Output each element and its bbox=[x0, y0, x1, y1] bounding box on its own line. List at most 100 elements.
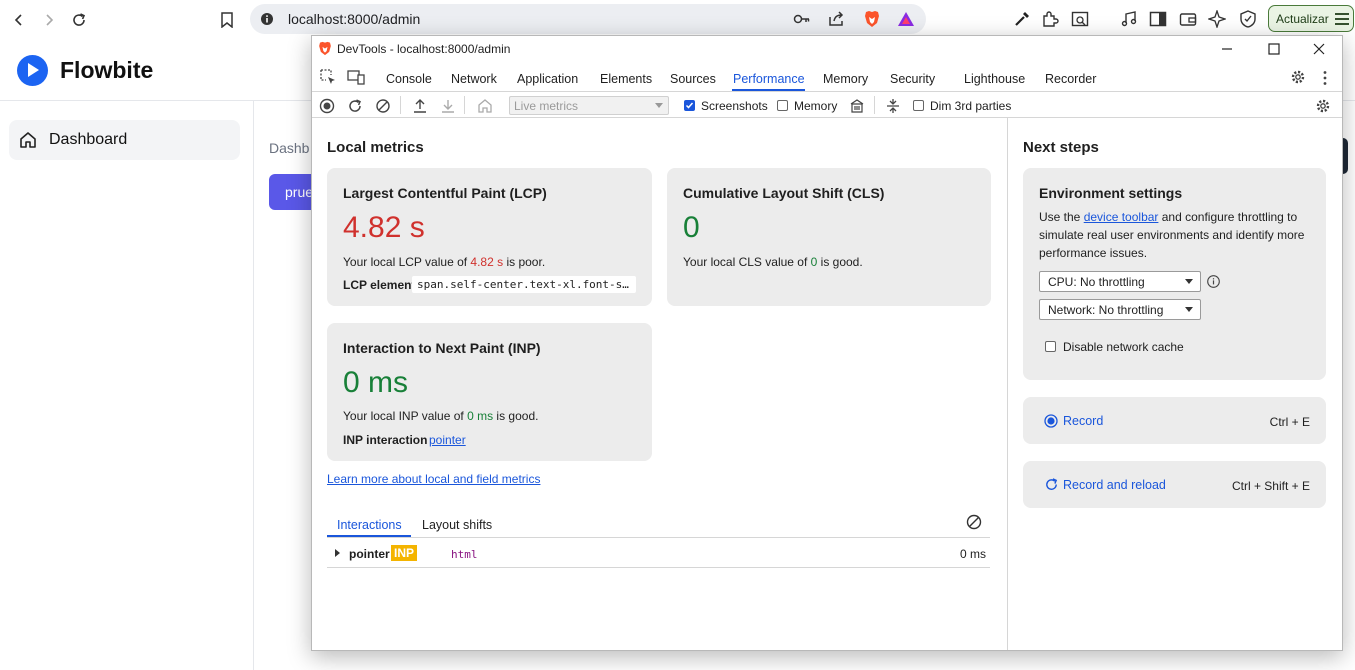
inp-title: Interaction to Next Paint (INP) bbox=[343, 340, 541, 356]
subtab-layout-shifts[interactable]: Layout shifts bbox=[422, 518, 492, 532]
record-icon[interactable] bbox=[318, 97, 336, 115]
breadcrumb[interactable]: Dashb bbox=[269, 140, 309, 156]
record-label: Record bbox=[1063, 414, 1104, 428]
expand-triangle-icon[interactable] bbox=[335, 549, 340, 557]
record-action[interactable]: Record Ctrl + E bbox=[1023, 397, 1326, 444]
disable-cache-label: Disable network cache bbox=[1063, 340, 1184, 354]
extensions-icon[interactable] bbox=[1040, 9, 1060, 29]
upload-icon[interactable] bbox=[411, 97, 429, 115]
interaction-node[interactable]: html bbox=[451, 548, 478, 561]
memory-checkbox[interactable] bbox=[777, 100, 788, 111]
tab-application[interactable]: Application bbox=[517, 72, 578, 86]
record-reload-label: Record and reload bbox=[1063, 478, 1166, 492]
maximize-icon[interactable] bbox=[1260, 39, 1288, 59]
brand[interactable]: Flowbite bbox=[17, 54, 154, 86]
reload-icon[interactable] bbox=[68, 9, 90, 31]
clear-icon[interactable] bbox=[374, 97, 392, 115]
device-toolbar-icon[interactable] bbox=[347, 69, 365, 85]
toolbar-divider bbox=[400, 96, 401, 114]
screenshots-label: Screenshots bbox=[701, 99, 768, 113]
disable-cache-checkbox[interactable] bbox=[1045, 341, 1056, 352]
info-icon[interactable] bbox=[1207, 275, 1220, 288]
back-icon[interactable] bbox=[8, 9, 30, 31]
forward-icon[interactable] bbox=[38, 9, 60, 31]
sidebar-item-dashboard[interactable]: Dashboard bbox=[9, 120, 240, 160]
sidebar-icon[interactable] bbox=[1148, 9, 1168, 29]
inp-desc-value: 0 ms bbox=[467, 409, 494, 423]
record-reload-shortcut: Ctrl + Shift + E bbox=[1231, 479, 1310, 493]
inspect-element-icon[interactable] bbox=[320, 69, 336, 85]
tab-console[interactable]: Console bbox=[386, 72, 432, 86]
lcp-value: 4.82 s bbox=[343, 211, 425, 244]
lcp-element-label: LCP element bbox=[343, 278, 416, 292]
cls-desc-pre: Your local CLS value of bbox=[683, 255, 811, 269]
music-icon[interactable] bbox=[1119, 9, 1139, 29]
inp-interaction-label: INP interaction bbox=[343, 433, 428, 447]
lcp-title: Largest Contentful Paint (LCP) bbox=[343, 185, 547, 201]
more-options-icon[interactable] bbox=[1322, 70, 1328, 86]
devtools-window: DevTools - localhost:8000/admin Console … bbox=[311, 35, 1343, 651]
device-toolbar-link[interactable]: device toolbar bbox=[1084, 210, 1159, 224]
bookmark-icon[interactable] bbox=[216, 9, 238, 31]
share-icon[interactable] bbox=[826, 9, 846, 29]
cls-card: Cumulative Layout Shift (CLS) 0 Your loc… bbox=[667, 168, 991, 306]
cls-description: Your local CLS value of 0 is good. bbox=[683, 255, 863, 269]
inp-interaction-link[interactable]: pointer bbox=[429, 433, 466, 447]
environment-card: Environment settings Use the device tool… bbox=[1023, 168, 1326, 380]
record-icon bbox=[1044, 414, 1058, 428]
site-info-icon[interactable] bbox=[260, 12, 274, 26]
tab-sources[interactable]: Sources bbox=[670, 72, 716, 86]
record-reload-action[interactable]: Record and reload Ctrl + Shift + E bbox=[1023, 461, 1326, 508]
brand-name: Flowbite bbox=[60, 56, 154, 83]
learn-more-link[interactable]: Learn more about local and field metrics bbox=[327, 472, 540, 486]
tab-memory[interactable]: Memory bbox=[823, 72, 868, 86]
screenshots-checkbox[interactable] bbox=[684, 100, 695, 111]
cls-value: 0 bbox=[683, 211, 700, 244]
vpn-icon[interactable] bbox=[1238, 9, 1258, 29]
env-desc-pre: Use the bbox=[1039, 210, 1084, 224]
tab-lighthouse[interactable]: Lighthouse bbox=[964, 72, 1025, 86]
tab-security[interactable]: Security bbox=[890, 72, 935, 86]
close-icon[interactable] bbox=[1305, 39, 1333, 59]
brave-shields-icon[interactable] bbox=[862, 9, 882, 29]
capture-settings-icon[interactable] bbox=[1314, 97, 1332, 115]
lcp-desc-value: 4.82 s bbox=[470, 255, 504, 269]
garbage-collect-icon[interactable] bbox=[848, 97, 866, 115]
lcp-desc-post: is poor. bbox=[503, 255, 546, 269]
minimize-icon[interactable] bbox=[1213, 39, 1241, 59]
dim-3rd-parties-checkbox[interactable] bbox=[913, 100, 924, 111]
live-metrics-select[interactable]: Live metrics bbox=[509, 96, 669, 115]
interaction-row[interactable]: pointer INP html 0 ms bbox=[327, 541, 990, 567]
lcp-element-code[interactable]: span.self-center.text-xl.font-s… bbox=[412, 276, 636, 293]
row-divider bbox=[327, 567, 990, 568]
pane-divider bbox=[1007, 118, 1008, 650]
settings-gear-icon[interactable] bbox=[1290, 69, 1306, 85]
inp-description: Your local INP value of 0 ms is good. bbox=[343, 409, 538, 423]
wallet-icon[interactable] bbox=[1178, 9, 1198, 29]
tab-elements[interactable]: Elements bbox=[600, 72, 652, 86]
tab-performance[interactable]: Performance bbox=[733, 72, 805, 86]
tab-network[interactable]: Network bbox=[451, 72, 497, 86]
key-icon[interactable] bbox=[792, 9, 812, 29]
leo-ai-icon[interactable] bbox=[1207, 9, 1227, 29]
next-steps-heading: Next steps bbox=[1023, 139, 1099, 156]
url-text[interactable]: localhost:8000/admin bbox=[288, 11, 420, 27]
cpu-throttling-value: CPU: No throttling bbox=[1048, 275, 1145, 289]
tab-recorder[interactable]: Recorder bbox=[1045, 72, 1096, 86]
brave-app-icon bbox=[318, 41, 332, 56]
picker-icon[interactable] bbox=[1012, 9, 1032, 29]
inp-badge: INP bbox=[391, 545, 418, 561]
reload-record-icon[interactable] bbox=[346, 97, 364, 115]
collapse-tracks-icon[interactable] bbox=[884, 97, 902, 115]
update-button[interactable]: Actualizar bbox=[1268, 5, 1354, 32]
cpu-throttling-select[interactable]: CPU: No throttling bbox=[1039, 271, 1201, 292]
menu-icon bbox=[1334, 12, 1350, 26]
reader-icon[interactable] bbox=[1070, 9, 1090, 29]
inp-desc-post: is good. bbox=[493, 409, 539, 423]
network-throttling-select[interactable]: Network: No throttling bbox=[1039, 299, 1201, 320]
brave-rewards-icon[interactable] bbox=[896, 9, 916, 29]
clear-interactions-icon[interactable] bbox=[966, 514, 982, 530]
interaction-time: 0 ms bbox=[959, 547, 986, 561]
active-tab-indicator bbox=[732, 89, 805, 91]
subtab-interactions[interactable]: Interactions bbox=[337, 518, 402, 532]
